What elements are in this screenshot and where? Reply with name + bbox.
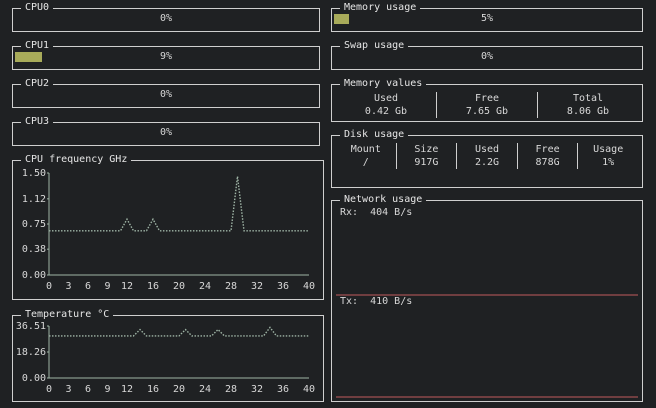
memory-used-value: 0.42 Gb xyxy=(364,106,408,117)
swap-usage-panel: Swap usage 0% xyxy=(331,40,643,70)
network-usage-title: Network usage xyxy=(340,194,427,206)
cpu-frequency-y-tick-label: 0.38 xyxy=(22,244,46,255)
temperature-y-tick-label: 18.26 xyxy=(16,347,46,358)
memory-total-column: Total 8.06 Gb xyxy=(537,92,638,118)
cpu-frequency-y-tick-label: 1.50 xyxy=(22,168,46,179)
memory-total-header: Total xyxy=(572,93,604,104)
disk-free-column: Free 878G xyxy=(516,143,578,169)
disk-mount-value: / xyxy=(362,157,369,168)
temperature-x-tick-label: 9 xyxy=(104,384,110,395)
cpu2-percent: 0% xyxy=(159,89,173,100)
temperature-chart: 0.0018.2636.510 3 6 9 12 16 20 24 28 32 36 40 xyxy=(16,321,315,395)
memory-total-value: 8.06 Gb xyxy=(566,106,610,117)
disk-size-value: 917G xyxy=(414,157,439,168)
memory-free-column: Free 7.65 Gb xyxy=(436,92,537,118)
temperature-x-tick-label: 24 xyxy=(199,384,211,395)
temperature-x-tick-label: 32 xyxy=(251,384,263,395)
cpu-frequency-x-tick-label: 3 xyxy=(65,281,71,292)
memory-values-panel: Memory values Used 0.42 Gb Free 7.65 Gb … xyxy=(331,78,643,122)
disk-usage-panel: Disk usage Mount / Size 917G Used 2.2G F… xyxy=(331,129,643,188)
network-usage-panel: Network usage Rx: 404 B/s Tx: 410 B/s xyxy=(331,194,643,402)
disk-usage-title: Disk usage xyxy=(340,129,409,141)
disk-size-column: Size 917G xyxy=(395,143,457,169)
cpu-frequency-chart: 0.000.380.751.121.500 3 6 9 12 16 20 24 28 32 36 40 xyxy=(22,168,315,292)
temperature-y-tick-label: 0.00 xyxy=(22,373,46,384)
cpu2-panel: CPU2 0% xyxy=(12,78,320,108)
memory-used-column: Used 0.42 Gb xyxy=(336,92,436,118)
disk-used-column: Used 2.2G xyxy=(456,143,517,169)
cpu-frequency-series-line xyxy=(49,176,309,232)
memory-free-header: Free xyxy=(474,93,500,104)
memory-values-title: Memory values xyxy=(340,78,427,90)
cpu0-panel: CPU0 0% xyxy=(12,2,320,32)
temperature-series-line xyxy=(49,326,309,337)
cpu-frequency-x-tick-label: 28 xyxy=(225,281,237,292)
temperature-y-tick-label: 36.51 xyxy=(16,321,46,332)
temperature-x-tick-label: 36 xyxy=(277,384,289,395)
memory-usage-panel: Memory usage 5% xyxy=(331,2,643,32)
cpu-frequency-y-tick-label: 0.00 xyxy=(22,270,46,281)
cpu3-percent: 0% xyxy=(159,127,173,138)
network-tx-label: Tx: 410 B/s xyxy=(340,296,413,307)
temperature-x-tick-label: 3 xyxy=(65,384,71,395)
temperature-x-tick-label: 16 xyxy=(147,384,159,395)
disk-used-header: Used xyxy=(474,144,500,155)
disk-mount-header: Mount xyxy=(350,144,381,155)
temperature-x-tick-label: 12 xyxy=(121,384,133,395)
cpu-frequency-x-tick-label: 40 xyxy=(303,281,315,292)
memory-used-header: Used xyxy=(373,93,399,104)
cpu-frequency-x-tick-label: 6 xyxy=(85,281,91,292)
cpu1-panel: CPU1 9% xyxy=(12,40,320,70)
cpu-frequency-panel: CPU frequency GHz 0.00 0.38 0.75 1.12 1.50 0 3… xyxy=(12,154,324,300)
memory-percent: 5% xyxy=(480,13,494,24)
cpu-frequency-x-tick-label: 36 xyxy=(277,281,289,292)
cpu-frequency-x-tick-label: 0 xyxy=(46,281,52,292)
swap-percent: 0% xyxy=(480,51,494,62)
disk-free-value: 878G xyxy=(535,157,560,168)
disk-free-header: Free xyxy=(535,144,560,155)
cpu0-percent: 0% xyxy=(159,13,173,24)
disk-usage-header: Usage xyxy=(593,144,624,155)
cpu-frequency-x-tick-label: 20 xyxy=(173,281,185,292)
cpu3-panel: CPU3 0% xyxy=(12,116,320,146)
disk-used-value: 2.2G xyxy=(474,157,500,168)
temperature-panel: Temperature °C 0.00 18.26 36.51 0 3 6 9 12 16 20 2… xyxy=(12,309,324,402)
temperature-x-tick-label: 40 xyxy=(303,384,315,395)
temperature-x-tick-label: 0 xyxy=(46,384,52,395)
network-tx-chart xyxy=(336,396,638,398)
temperature-x-tick-label: 6 xyxy=(85,384,91,395)
cpu-frequency-x-tick-label: 9 xyxy=(104,281,110,292)
cpu-frequency-x-tick-label: 12 xyxy=(121,281,133,292)
disk-usage-value: 1% xyxy=(602,157,615,168)
network-rx-chart xyxy=(336,294,638,296)
cpu1-percent: 9% xyxy=(159,51,173,62)
cpu-frequency-y-tick-label: 0.75 xyxy=(22,219,46,230)
disk-usage-column: Usage 1% xyxy=(577,143,638,169)
cpu-frequency-x-tick-label: 16 xyxy=(147,281,159,292)
disk-mount-column: Mount / xyxy=(336,143,396,169)
cpu-frequency-x-tick-label: 24 xyxy=(199,281,211,292)
disk-size-header: Size xyxy=(414,144,439,155)
temperature-x-tick-label: 28 xyxy=(225,384,237,395)
cpu-frequency-y-tick-label: 1.12 xyxy=(22,194,46,205)
temperature-x-tick-label: 20 xyxy=(173,384,185,395)
memory-free-value: 7.65 Gb xyxy=(465,106,509,117)
cpu-frequency-x-tick-label: 32 xyxy=(251,281,263,292)
